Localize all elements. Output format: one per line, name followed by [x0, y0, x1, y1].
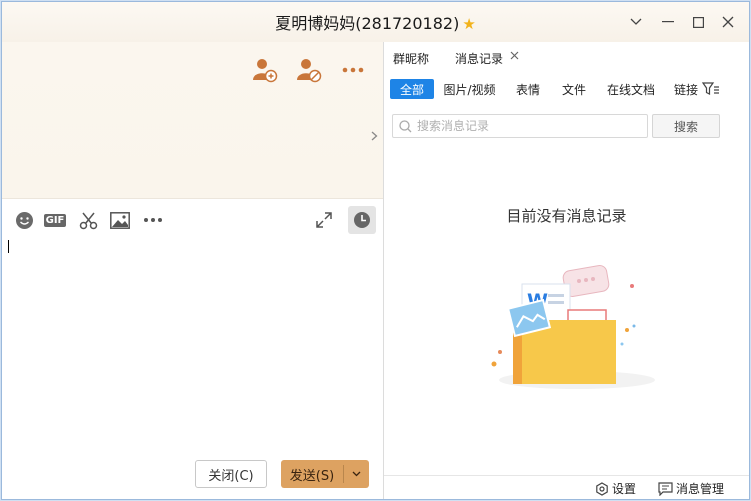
empty-state-text: 目前没有消息记录: [506, 207, 627, 225]
add-member-button[interactable]: [251, 56, 279, 84]
tab-group-nickname[interactable]: 群昵称: [393, 50, 429, 67]
chevron-right-icon: [371, 131, 378, 141]
chevron-down-icon: [630, 18, 642, 25]
image-button[interactable]: [109, 209, 131, 231]
maximize-icon: [692, 16, 704, 28]
scissors-icon: [79, 212, 97, 229]
tab-close-button[interactable]: [510, 49, 519, 63]
close-chat-button[interactable]: 关闭(C): [195, 460, 267, 488]
side-tab-bar: 群昵称 消息记录: [384, 42, 749, 72]
filter-docs[interactable]: 在线文档: [603, 79, 659, 99]
minimize-icon: [662, 21, 674, 23]
star-icon[interactable]: ★: [462, 15, 475, 33]
maximize-button[interactable]: [686, 10, 710, 34]
gear-icon: [596, 481, 608, 496]
minimize-button[interactable]: [656, 10, 680, 34]
message-manager-label: 消息管理: [676, 482, 725, 496]
filter-icon: [702, 82, 719, 95]
remove-member-icon: [297, 59, 322, 83]
close-icon: [722, 16, 734, 28]
send-button[interactable]: 发送(S): [281, 460, 369, 488]
text-cursor[interactable]: [8, 240, 9, 253]
close-icon: [510, 51, 519, 60]
filter-emoji[interactable]: 表情: [511, 79, 545, 99]
history-clock-icon: [354, 212, 370, 228]
message-manager-button[interactable]: 消息管理: [658, 480, 724, 497]
dropdown-button[interactable]: [624, 10, 648, 34]
title-bar: 夏明博妈妈(281720182) ★: [2, 2, 749, 42]
settings-button[interactable]: 设置: [595, 480, 636, 497]
chat-window: 夏明博妈妈(281720182) ★ GIF 关闭(C) 发送(S) 群昵称 消…: [1, 1, 750, 500]
filter-menu-button[interactable]: [700, 79, 722, 99]
filter-media[interactable]: 图片/视频: [441, 79, 498, 99]
search-button[interactable]: 搜索: [652, 114, 720, 138]
more-icon: [342, 67, 364, 73]
chevron-down-icon: [352, 471, 361, 476]
collapse-panel-button[interactable]: [371, 130, 378, 145]
search-input[interactable]: [417, 118, 637, 134]
expand-icon: [316, 212, 332, 228]
search-box: [392, 114, 648, 138]
contact-name: 夏明博妈妈(281720182): [275, 14, 460, 33]
message-box-icon: [658, 481, 673, 496]
more-options-button[interactable]: [339, 56, 367, 84]
screenshot-button[interactable]: [77, 209, 99, 231]
send-label[interactable]: 发送(S): [281, 465, 343, 484]
settings-label: 设置: [612, 482, 637, 496]
add-member-icon: [253, 59, 278, 83]
history-button[interactable]: [348, 206, 376, 234]
close-button[interactable]: [716, 10, 740, 34]
empty-folder-illustration: W: [491, 264, 655, 389]
filter-files[interactable]: 文件: [557, 79, 591, 99]
chat-pane: GIF 关闭(C) 发送(S): [2, 42, 383, 499]
search-icon: [399, 120, 412, 133]
emoji-button[interactable]: [13, 209, 35, 231]
side-panel: 群昵称 消息记录 全部 图片/视频 表情 文件 在线文档 链接 搜索 目前没有消: [384, 42, 749, 499]
side-panel-footer: 设置 消息管理: [384, 475, 749, 499]
remove-member-button[interactable]: [295, 56, 323, 84]
filter-links[interactable]: 链接: [670, 79, 702, 99]
tab-message-history[interactable]: 消息记录: [455, 50, 503, 67]
image-icon: [110, 211, 130, 229]
gif-button[interactable]: GIF: [43, 209, 67, 231]
message-area[interactable]: [2, 42, 383, 199]
more-tools-button[interactable]: [142, 209, 164, 231]
emoji-icon: [15, 211, 33, 229]
expand-button[interactable]: [313, 209, 335, 231]
more-icon: [144, 218, 162, 222]
filter-all[interactable]: 全部: [390, 79, 434, 99]
send-options-button[interactable]: [344, 469, 369, 480]
gif-icon: GIF: [43, 213, 67, 227]
